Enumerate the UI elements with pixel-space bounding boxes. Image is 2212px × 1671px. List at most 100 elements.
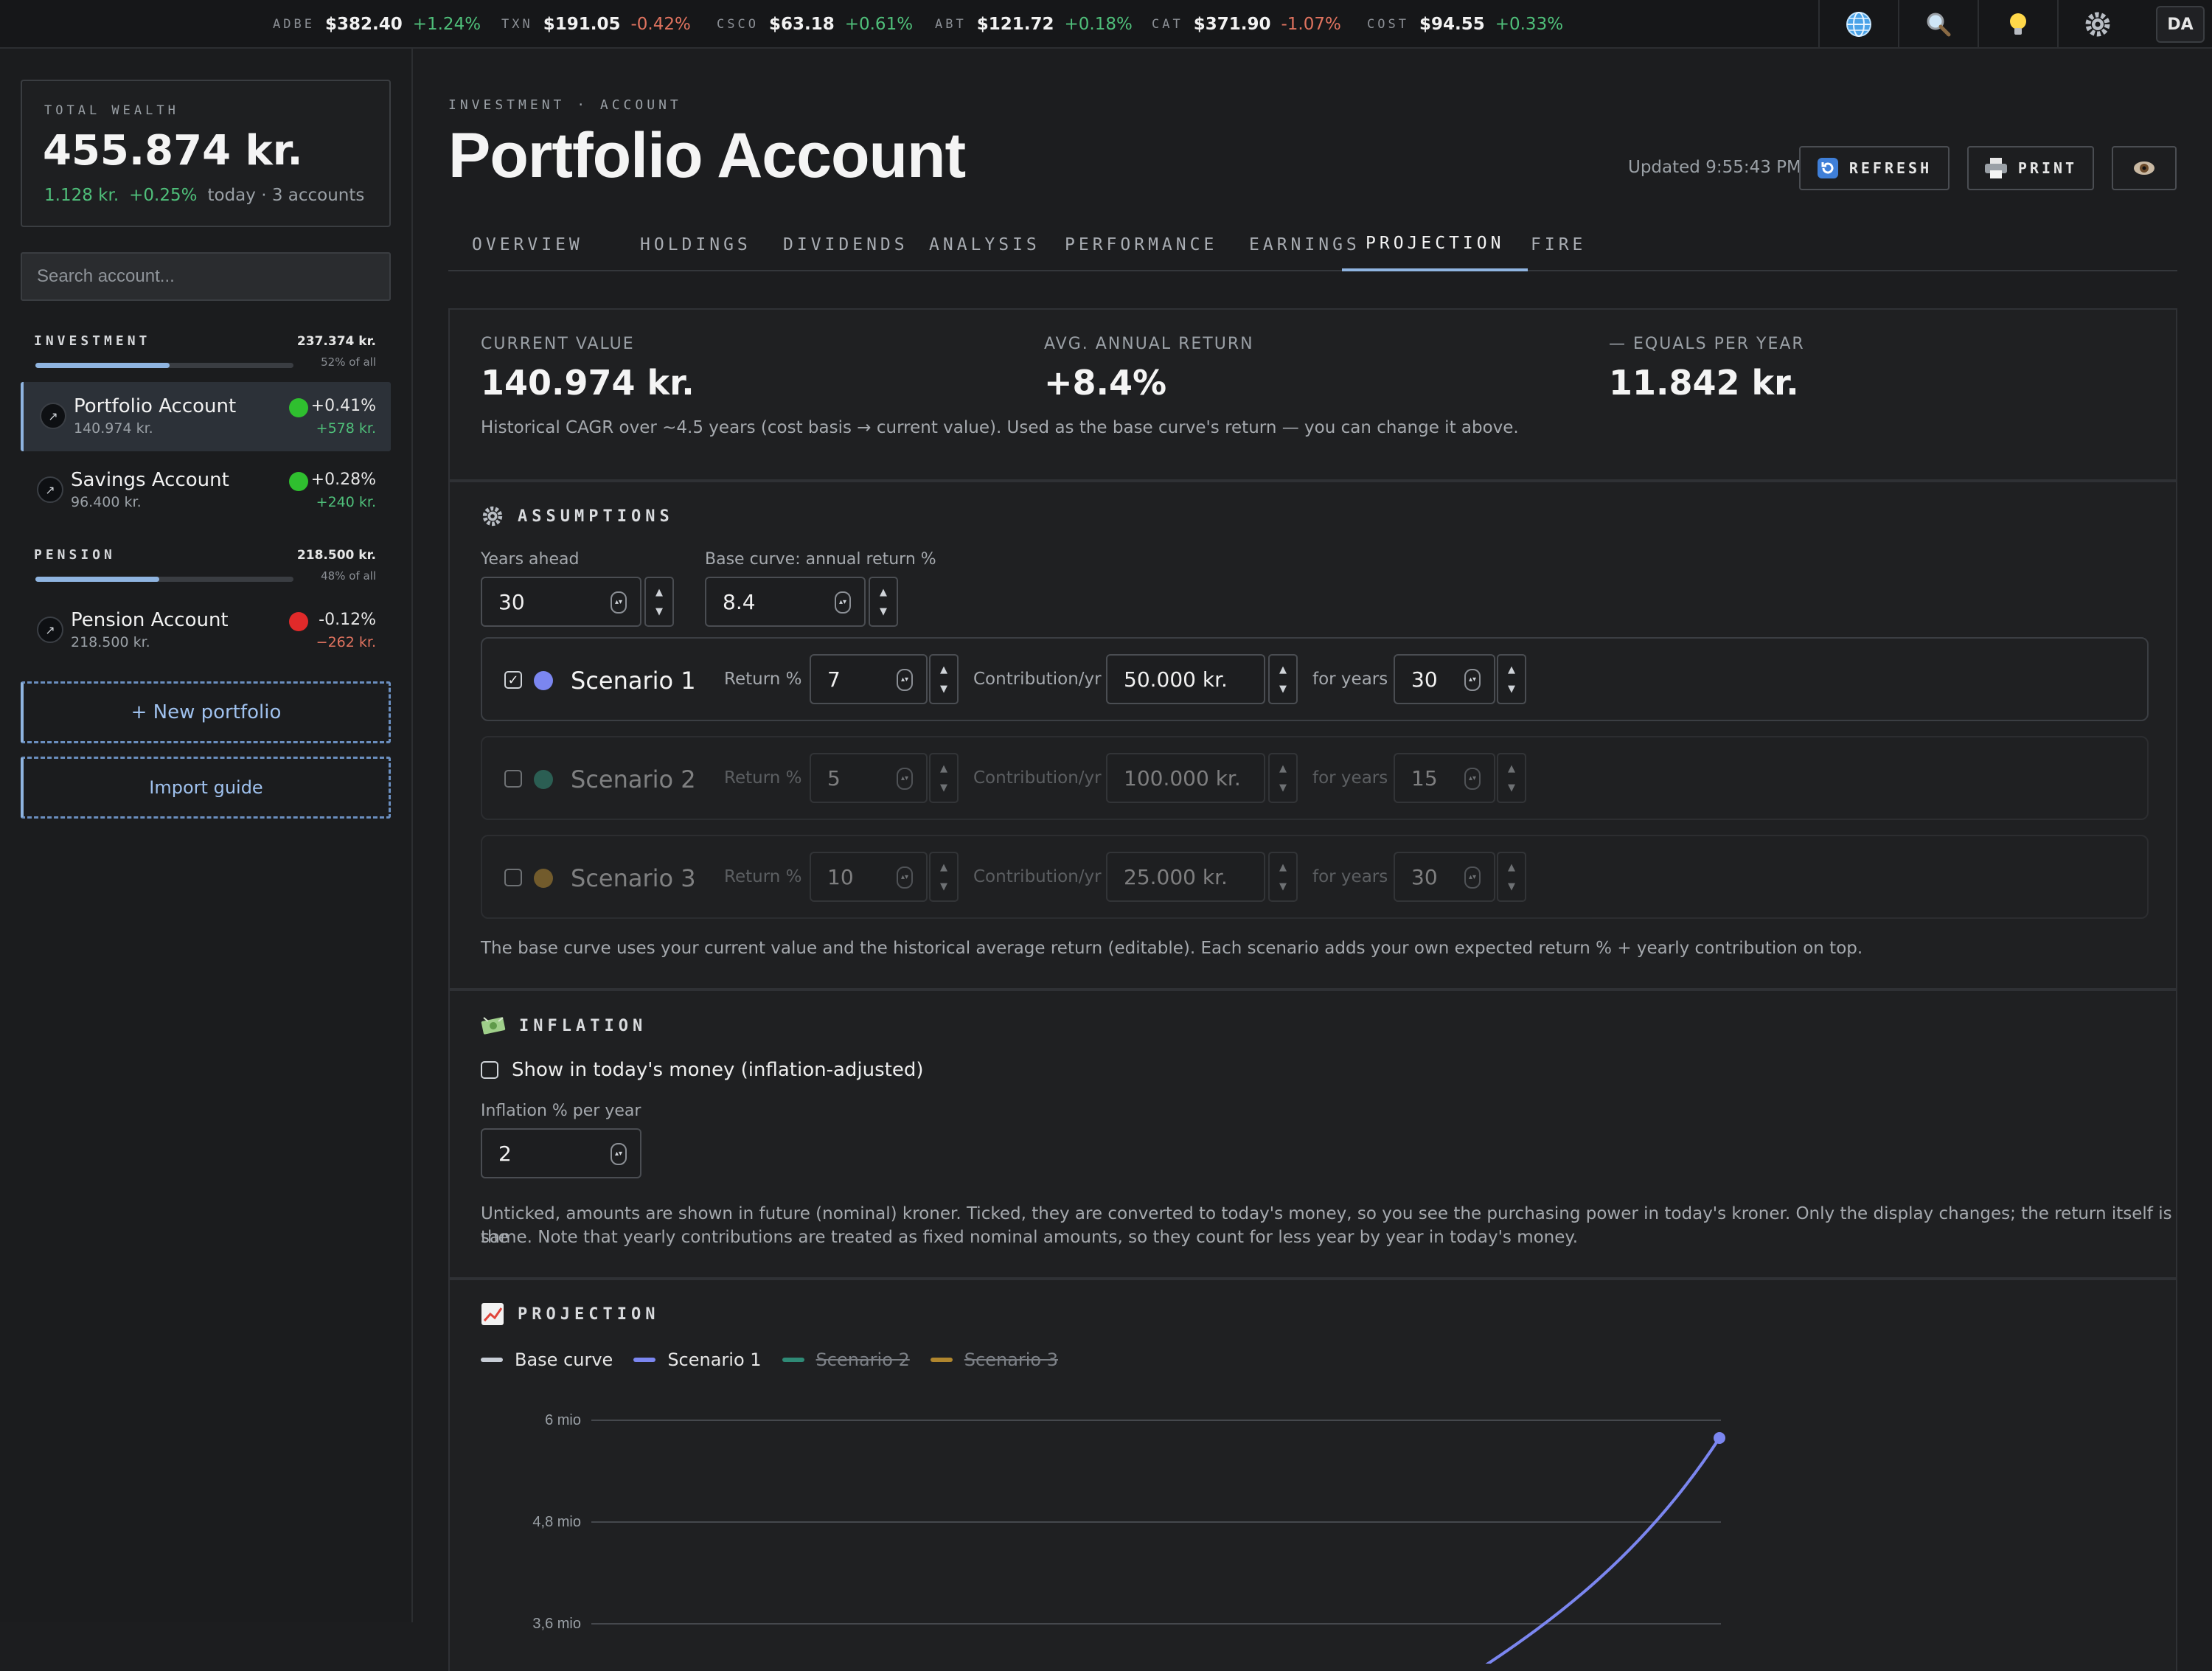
- tab-performance[interactable]: PERFORMANCE: [1041, 218, 1241, 271]
- scenario-1-endpoint: [1714, 1432, 1725, 1444]
- base-return-stepper[interactable]: ▲ ▼: [869, 577, 898, 627]
- scenario-row-3: Scenario 3 Return % 10 ▴▾ ▲ ▼ Contribution…: [481, 835, 2149, 919]
- group-investment: INVESTMENT 237.374 kr. 52% of all: [34, 333, 376, 378]
- scenario-return-input[interactable]: 5 ▴▾: [810, 753, 928, 803]
- account-item-pension[interactable]: ↗ Pension Account 218.500 kr. -0.12% −26…: [21, 596, 391, 665]
- group-share-pct: 52% of all: [321, 355, 376, 369]
- for-years-label: for years: [1312, 670, 1388, 689]
- for-years-label: for years: [1312, 768, 1388, 788]
- scenario-contribution-input[interactable]: 100.000 kr.: [1106, 753, 1265, 803]
- legend-item-scenario-1[interactable]: Scenario 1: [633, 1349, 762, 1370]
- spin-icon: ▴▾: [1464, 768, 1481, 790]
- scenario-return-input[interactable]: 10 ▴▾: [810, 852, 928, 902]
- ticker-item[interactable]: ABT $121.72 +0.18%: [935, 0, 1133, 49]
- return-label: Return %: [724, 768, 802, 788]
- scenario-1-checkbox[interactable]: ✓: [504, 671, 522, 689]
- years-ahead-stepper[interactable]: ▲ ▼: [644, 577, 674, 627]
- account-change-abs: +578 kr.: [316, 420, 376, 437]
- avatar[interactable]: DA: [2156, 6, 2205, 43]
- scenario-return-stepper[interactable]: ▲ ▼: [929, 852, 959, 902]
- legend-item-scenario-2[interactable]: Scenario 2: [782, 1349, 910, 1370]
- spin-icon: ▴▾: [1464, 669, 1481, 691]
- scenario-contribution-input[interactable]: 25.000 kr.: [1106, 852, 1265, 902]
- spin-icon: ▴▾: [611, 1143, 627, 1165]
- ticker-item[interactable]: COST $94.55 +0.33%: [1367, 0, 1563, 49]
- current-value-label: CURRENT VALUE: [481, 335, 635, 353]
- breadcrumb: INVESTMENT · ACCOUNT: [448, 97, 682, 113]
- tab-projection[interactable]: PROJECTION: [1342, 218, 1528, 271]
- tab-fire[interactable]: FIRE: [1507, 218, 1610, 271]
- lightbulb-icon: [2010, 13, 2026, 35]
- account-change-pct: -0.12%: [319, 611, 376, 629]
- account-value: 218.500 kr.: [71, 634, 150, 650]
- inflation-toggle[interactable]: Show in today's money (inflation-adjuste…: [481, 1059, 924, 1081]
- import-guide-button[interactable]: Import guide: [21, 757, 391, 819]
- printer-icon: [1984, 158, 2007, 178]
- account-search-input[interactable]: [21, 252, 391, 301]
- scenario-row-2: Scenario 2 Return % 5 ▴▾ ▲ ▼ Contribution/…: [481, 736, 2149, 820]
- ticker-item[interactable]: CSCO $63.18 +0.61%: [717, 0, 913, 49]
- eye-icon: [2134, 161, 2154, 175]
- tab-overview[interactable]: OVERVIEW: [448, 218, 607, 271]
- chart-icon: ↗: [40, 403, 66, 429]
- search-button[interactable]: [1898, 0, 1978, 49]
- years-ahead-input[interactable]: 30 ▴▾: [481, 577, 641, 627]
- inflation-checkbox[interactable]: [481, 1061, 498, 1079]
- account-item-portfolio[interactable]: ↗ Portfolio Account 140.974 kr. +0.41% +…: [21, 382, 391, 451]
- tab-holdings[interactable]: HOLDINGS: [616, 218, 775, 271]
- scenario-years-stepper[interactable]: ▲ ▼: [1497, 852, 1526, 902]
- group-share-pct: 48% of all: [321, 569, 376, 583]
- money-icon: [481, 1017, 506, 1035]
- scenario-contribution-stepper[interactable]: ▲ ▼: [1268, 654, 1298, 704]
- scenario-return-stepper[interactable]: ▲ ▼: [929, 654, 959, 704]
- tips-button[interactable]: [1978, 0, 2057, 49]
- refresh-icon: [1817, 158, 1838, 178]
- total-wealth-meta: today · 3 accounts: [207, 186, 365, 205]
- assumptions-note: The base curve uses your current value a…: [481, 939, 1863, 958]
- ticker-item[interactable]: TXN $191.05 -0.42%: [501, 0, 691, 49]
- scenario-contribution-input[interactable]: 50.000 kr.: [1106, 654, 1265, 704]
- scenario-years-stepper[interactable]: ▲ ▼: [1497, 654, 1526, 704]
- chart-icon: ↗: [37, 476, 63, 503]
- scenario-return-stepper[interactable]: ▲ ▼: [929, 753, 959, 803]
- legend-item-base[interactable]: Base curve: [481, 1349, 613, 1370]
- legend-item-scenario-3[interactable]: Scenario 3: [930, 1349, 1058, 1370]
- group-value: 218.500 kr.: [296, 547, 376, 563]
- toggle-visibility-button[interactable]: [2112, 146, 2177, 190]
- spin-icon: ▴▾: [897, 669, 913, 691]
- scenario-3-checkbox[interactable]: [504, 869, 522, 886]
- status-dot-icon: [289, 612, 308, 631]
- chart-increasing-icon: [481, 1303, 504, 1325]
- scenario-return-input[interactable]: 7 ▴▾: [810, 654, 928, 704]
- scenario-2-checkbox[interactable]: [504, 770, 522, 788]
- group-share-fill: [35, 577, 159, 582]
- scenario-years-input[interactable]: 30 ▴▾: [1394, 654, 1495, 704]
- ticker-item[interactable]: CAT $371.90 -1.07%: [1152, 0, 1341, 49]
- account-value: 140.974 kr.: [74, 420, 153, 437]
- refresh-button[interactable]: REFRESH: [1799, 146, 1950, 190]
- language-button[interactable]: [1818, 0, 1898, 49]
- spin-icon: ▴▾: [611, 591, 627, 614]
- scenario-name: Scenario 1: [571, 667, 696, 695]
- base-return-input[interactable]: 8.4 ▴▾: [705, 577, 866, 627]
- group-share-bar: [35, 577, 293, 582]
- scenario-contribution-stepper[interactable]: ▲ ▼: [1268, 852, 1298, 902]
- inflation-rate-input[interactable]: 2 ▴▾: [481, 1128, 641, 1178]
- account-name: Portfolio Account: [74, 395, 237, 417]
- gear-icon: [2085, 12, 2110, 37]
- account-item-savings[interactable]: ↗ Savings Account 96.400 kr. +0.28% +240…: [21, 456, 391, 525]
- scenario-years-input[interactable]: 30 ▴▾: [1394, 852, 1495, 902]
- new-portfolio-button[interactable]: + New portfolio: [21, 681, 391, 743]
- scenario-years-input[interactable]: 15 ▴▾: [1394, 753, 1495, 803]
- print-button[interactable]: PRINT: [1967, 146, 2094, 190]
- account-change-pct: +0.28%: [310, 470, 376, 489]
- settings-button[interactable]: [2057, 0, 2137, 49]
- return-label: Return %: [724, 867, 802, 886]
- scenario-contribution-stepper[interactable]: ▲ ▼: [1268, 753, 1298, 803]
- y-tick-label: 6 mio: [545, 1412, 581, 1428]
- scenario-years-stepper[interactable]: ▲ ▼: [1497, 753, 1526, 803]
- ticker-item[interactable]: ADBE $382.40 +1.24%: [273, 0, 481, 49]
- tab-analysis[interactable]: ANALYSIS: [905, 218, 1064, 271]
- account-change-pct: +0.41%: [310, 397, 376, 415]
- scenario-name: Scenario 2: [571, 765, 696, 793]
